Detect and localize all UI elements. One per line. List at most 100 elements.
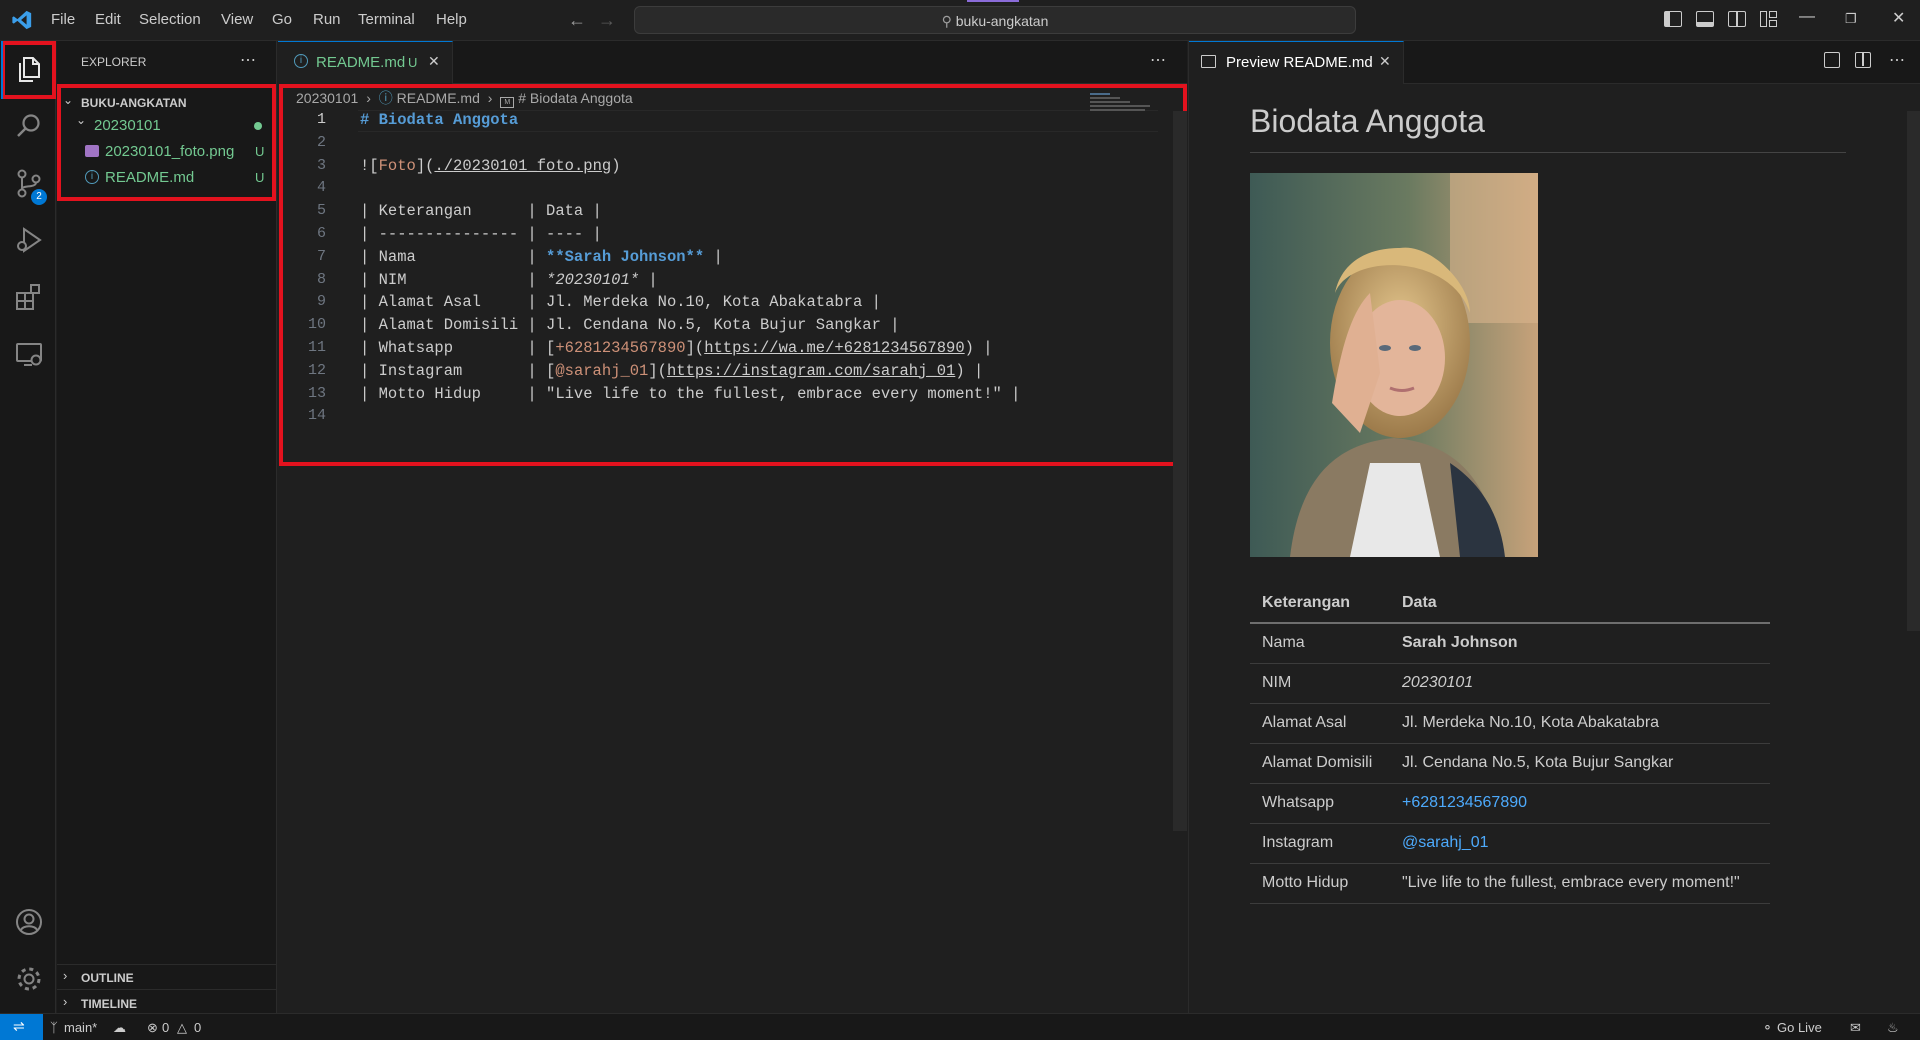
table-cell-label: Alamat Domisili: [1250, 743, 1390, 784]
chevron-down-icon: ⌄: [76, 113, 87, 127]
code-line: ![Foto](./20230101_foto.png): [360, 156, 621, 175]
command-center-search[interactable]: ⚲ buku-angkatan: [634, 6, 1356, 34]
file-label: 20230101_foto.png: [105, 143, 235, 160]
timeline-section-header[interactable]: › TIMELINE: [63, 992, 273, 1014]
menu-terminal[interactable]: Terminal: [358, 11, 415, 28]
line-number: 13: [307, 384, 326, 402]
menu-view[interactable]: View: [221, 11, 253, 28]
line-number: 4: [316, 179, 326, 197]
warning-count[interactable]: 0: [194, 1020, 201, 1035]
split-editor-icon[interactable]: [1855, 52, 1871, 68]
file-item-foto[interactable]: 20230101_foto.png U: [85, 141, 273, 163]
feedback-icon[interactable]: ✉: [1850, 1020, 1861, 1036]
search-icon[interactable]: [14, 111, 44, 141]
profile-photo: [1250, 173, 1538, 557]
table-header-row: Keterangan Data: [1250, 583, 1770, 624]
remote-indicator[interactable]: ⇌: [0, 1014, 43, 1040]
warning-icon[interactable]: △: [177, 1020, 187, 1036]
workspace-folder-header[interactable]: ⌄ BUKU-ANGKATAN: [63, 93, 273, 113]
table-cell-label: Whatsapp: [1250, 783, 1390, 824]
line-number: 6: [316, 224, 326, 242]
explorer-files-icon[interactable]: [14, 54, 44, 84]
customize-layout-icon[interactable]: [1760, 11, 1778, 27]
sync-cloud-icon[interactable]: ☁: [113, 1020, 126, 1036]
table-row: Motto Hidup "Live life to the fullest, em…: [1250, 863, 1770, 904]
table-cell-value[interactable]: +6281234567890: [1390, 783, 1770, 824]
more-actions-icon[interactable]: ⋯: [240, 50, 257, 70]
settings-gear-icon[interactable]: [14, 964, 44, 994]
markdown-preview: Preview README.md ✕ ⋯ Biodata Anggota Ke…: [1188, 41, 1920, 1013]
timeline-label: TIMELINE: [81, 997, 137, 1011]
workspace-folder-label: BUKU-ANGKATAN: [81, 96, 187, 110]
toggle-secondary-sidebar-icon[interactable]: [1728, 11, 1746, 27]
preview-tabs: Preview README.md ✕ ⋯: [1189, 41, 1920, 84]
command-center-label: buku-angkatan: [955, 13, 1049, 29]
git-branch-icon: ᛉ: [50, 1020, 58, 1035]
table-cell-value: Jl. Merdeka No.10, Kota Abakatabra: [1390, 703, 1770, 744]
close-window-button[interactable]: ✕: [1892, 8, 1905, 28]
table-row: Nama Sarah Johnson: [1250, 623, 1770, 664]
editor-more-actions-icon[interactable]: ⋯: [1150, 50, 1166, 70]
code-line: # Biodata Anggota: [360, 111, 519, 129]
run-debug-icon[interactable]: [14, 225, 44, 255]
table-row: Alamat Asal Jl. Merdeka No.10, Kota Abaka…: [1250, 703, 1770, 744]
table-cell-label: NIM: [1250, 663, 1390, 704]
restore-button[interactable]: ❐: [1845, 11, 1857, 27]
open-source-icon[interactable]: [1824, 52, 1840, 68]
error-count[interactable]: 0: [162, 1020, 169, 1035]
line-number: 11: [307, 338, 326, 356]
table-cell-value: Jl. Cendana No.5, Kota Bujur Sangkar: [1390, 743, 1770, 784]
line-number: 9: [316, 293, 326, 311]
preview-more-actions-icon[interactable]: ⋯: [1889, 50, 1905, 70]
error-icon[interactable]: ⊗: [147, 1020, 158, 1036]
code-line: | Whatsapp | [+6281234567890](https://wa…: [360, 338, 993, 357]
source-control-badge: 2: [31, 189, 47, 205]
table-cell-label: Instagram: [1250, 823, 1390, 864]
editor-scrollbar[interactable]: [1173, 111, 1187, 831]
heading-rule: [1250, 152, 1846, 153]
toggle-panel-icon[interactable]: [1696, 11, 1714, 27]
file-item-readme[interactable]: i README.md U: [85, 167, 273, 189]
toggle-primary-sidebar-icon[interactable]: [1664, 11, 1682, 27]
editor-group: i README.md U ✕ ⋯ 20230101 › ⓘ README.md…: [278, 41, 1187, 1013]
close-tab-icon[interactable]: ✕: [1379, 53, 1391, 70]
outline-section-header[interactable]: › OUTLINE: [63, 966, 273, 988]
menu-selection[interactable]: Selection: [139, 11, 201, 28]
table-cell-label: Nama: [1250, 623, 1390, 664]
forward-arrow-icon[interactable]: →: [598, 10, 616, 31]
menu-run[interactable]: Run: [313, 11, 341, 28]
tab-readme[interactable]: i README.md U ✕: [278, 41, 453, 84]
line-number-gutter: 1 2 3 4 5 6 7 8 9 10 11 12 13 14: [286, 111, 326, 430]
info-file-icon: i: [85, 170, 99, 184]
notifications-bell-icon[interactable]: ♨: [1887, 1020, 1899, 1036]
go-live-button[interactable]: Go Live: [1777, 1020, 1822, 1035]
remote-explorer-icon[interactable]: [14, 339, 44, 369]
code-line: | Alamat Domisili | Jl. Cendana No.5, Ko…: [360, 316, 900, 335]
line-number: 3: [316, 156, 326, 174]
tab-preview-readme[interactable]: Preview README.md ✕: [1189, 41, 1404, 84]
accounts-icon[interactable]: [14, 907, 44, 937]
image-file-icon: [85, 145, 99, 157]
file-label: README.md: [105, 169, 195, 186]
minimize-button[interactable]: —: [1799, 8, 1815, 26]
menu-file[interactable]: File: [51, 11, 75, 28]
code-text[interactable]: # Biodata Anggota ![Foto](./20230101_fot…: [360, 111, 1020, 430]
table-cell-value: 20230101: [1390, 663, 1770, 704]
search-icon: ⚲: [941, 13, 952, 29]
folder-20230101[interactable]: ⌄ 20230101: [76, 113, 271, 137]
code-line: | Alamat Asal | Jl. Merdeka No.10, Kota …: [360, 293, 881, 312]
table-cell-label: Alamat Asal: [1250, 703, 1390, 744]
active-indicator: [1, 41, 3, 99]
menu-help[interactable]: Help: [436, 11, 467, 28]
back-arrow-icon[interactable]: ←: [568, 10, 586, 31]
close-tab-icon[interactable]: ✕: [428, 53, 440, 70]
info-file-icon: i: [294, 54, 308, 68]
extensions-icon[interactable]: [14, 282, 44, 312]
menu-edit[interactable]: Edit: [95, 11, 121, 28]
table-cell-value[interactable]: @sarahj_01: [1390, 823, 1770, 864]
preview-scrollbar[interactable]: [1907, 111, 1920, 631]
menu-go[interactable]: Go: [272, 11, 292, 28]
minimap[interactable]: [1090, 91, 1160, 121]
branch-name[interactable]: main*: [64, 1020, 97, 1035]
